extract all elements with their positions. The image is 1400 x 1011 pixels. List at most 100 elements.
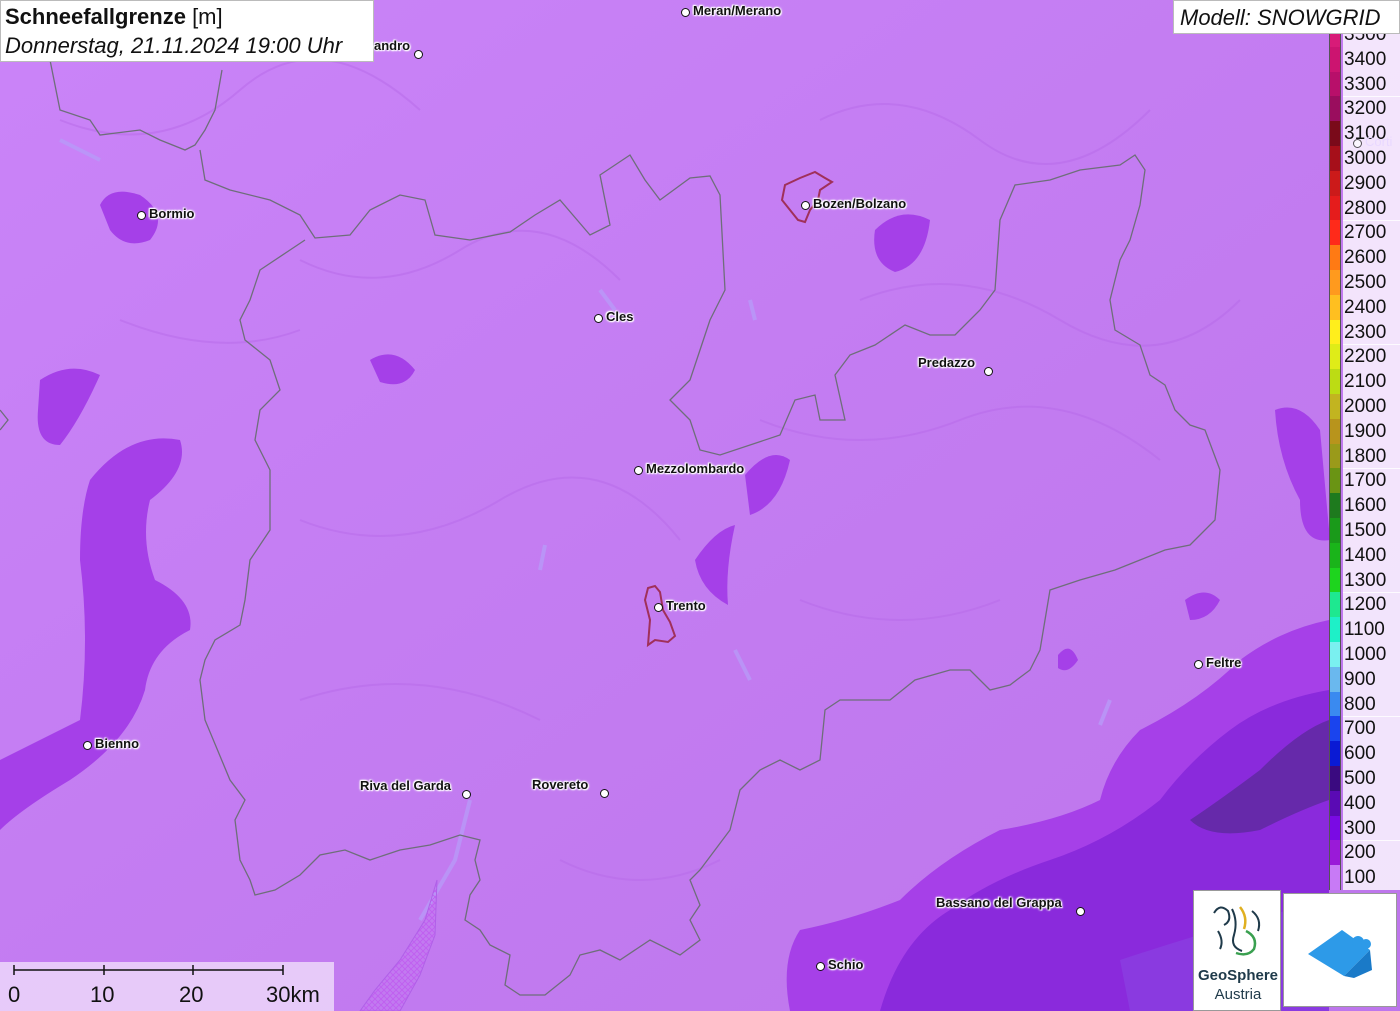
- map-title: Schneefallgrenze [m]: [5, 4, 223, 30]
- legend-label: 3300: [1343, 71, 1400, 97]
- legend-label: 2600: [1343, 245, 1400, 271]
- city-label: Riva del Garda: [360, 778, 452, 793]
- legend-item: 500: [1329, 766, 1400, 791]
- legend-label: 600: [1343, 741, 1400, 767]
- legend-label: 800: [1343, 691, 1400, 717]
- legend-swatch: [1329, 518, 1341, 543]
- city-dot[interactable]: [413, 49, 423, 59]
- city-dot[interactable]: [680, 7, 690, 17]
- legend-swatch: [1329, 170, 1341, 196]
- legend-item: 2100: [1329, 369, 1400, 395]
- legend-item: 1500: [1329, 518, 1400, 543]
- legend-swatch: [1329, 815, 1341, 841]
- legend-swatch: [1329, 146, 1341, 171]
- legend-swatch: [1329, 71, 1341, 97]
- legend-item: 3300: [1329, 71, 1400, 97]
- legend-item: 2600: [1329, 245, 1400, 271]
- city-dot[interactable]: [1352, 138, 1362, 148]
- legend-swatch: [1329, 394, 1341, 419]
- scale-bar: 0 10 20 30km: [0, 962, 334, 1011]
- title-box: Schneefallgrenze [m] Donnerstag, 21.11.2…: [0, 0, 374, 62]
- legend-label: 2700: [1343, 220, 1400, 246]
- city-dot[interactable]: [82, 740, 92, 750]
- house-snow-icon: [1308, 930, 1372, 978]
- city-label: Bassano del Grappa: [936, 895, 1062, 910]
- logo-text-geosphere: GeoSphere: [1197, 967, 1279, 984]
- city-dot[interactable]: [593, 313, 603, 323]
- city-dot[interactable]: [633, 465, 643, 475]
- city-dot[interactable]: [800, 200, 810, 210]
- legend-label: 300: [1343, 815, 1400, 841]
- scale-tick-0: 0: [8, 982, 21, 1007]
- legend-item: 100: [1329, 865, 1400, 890]
- legend-item: 1700: [1329, 468, 1400, 494]
- title-variable: Schneefallgrenze: [5, 4, 186, 29]
- city-label: Mezzolombardo: [646, 461, 745, 476]
- city-label: Meran/Merano: [693, 3, 782, 18]
- geosphere-logo[interactable]: GeoSphere Austria: [1193, 890, 1281, 1011]
- legend-swatch: [1329, 344, 1341, 370]
- legend-label: 2500: [1343, 270, 1400, 295]
- city-label: Feltre: [1206, 655, 1242, 670]
- legend-item: 2700: [1329, 220, 1400, 246]
- legend-swatch: [1329, 666, 1341, 692]
- city-dot[interactable]: [599, 788, 609, 798]
- scale-tick-30km: 30km: [266, 982, 320, 1007]
- city-label: Bozen/Bolzano: [813, 196, 907, 211]
- legend-label: 1000: [1343, 642, 1400, 667]
- legend-item: 1400: [1329, 542, 1400, 568]
- legend-label: 3000: [1343, 146, 1400, 171]
- legend-item: 300: [1329, 815, 1400, 841]
- snow-app-logo[interactable]: [1283, 893, 1397, 1007]
- legend-swatch: [1329, 493, 1341, 519]
- legend-item: 1300: [1329, 567, 1400, 593]
- legend-label: 200: [1343, 840, 1400, 866]
- legend-item: 2500: [1329, 270, 1400, 295]
- legend-label: 2000: [1343, 394, 1400, 419]
- legend-label: 1700: [1343, 468, 1400, 494]
- city-dot[interactable]: [136, 210, 146, 220]
- legend-label: 2300: [1343, 319, 1400, 345]
- legend-label: 700: [1343, 716, 1400, 742]
- city-dot[interactable]: [461, 789, 471, 799]
- legend-label: 1400: [1343, 542, 1400, 568]
- legend-label: 900: [1343, 666, 1400, 692]
- city-dot[interactable]: [1075, 906, 1085, 916]
- city-label: Cles: [606, 309, 634, 324]
- legend-swatch: [1329, 418, 1341, 444]
- legend-label: 1500: [1343, 518, 1400, 543]
- scale-tick-10: 10: [90, 982, 115, 1007]
- legend-swatch: [1329, 46, 1341, 72]
- legend-label: 1100: [1343, 617, 1400, 643]
- city-label: Bienno: [95, 736, 140, 751]
- legend-swatch: [1329, 245, 1341, 271]
- legend-swatch: [1329, 790, 1341, 816]
- city-dot[interactable]: [1193, 659, 1203, 669]
- legend-item: 2800: [1329, 195, 1400, 221]
- legend-label: 3200: [1343, 96, 1400, 122]
- legend-swatch: [1329, 766, 1341, 791]
- legend-swatch: [1329, 716, 1341, 742]
- legend-item: 2000: [1329, 394, 1400, 419]
- map-datetime: Donnerstag, 21.11.2024 19:00 Uhr: [5, 33, 343, 58]
- legend-swatch: [1329, 121, 1341, 147]
- legend-swatch: [1329, 642, 1341, 667]
- legend-item: 2200: [1329, 344, 1400, 370]
- legend-swatch: [1329, 741, 1341, 767]
- legend-swatch: [1329, 195, 1341, 221]
- city-label: Corti: [1365, 134, 1393, 149]
- model-label: Modell: SNOWGRID: [1173, 0, 1400, 34]
- color-legend: 3500 3400 3300 3200 3100 3000 2900 2800 2700 2600…: [1329, 34, 1400, 890]
- legend-item: 600: [1329, 741, 1400, 767]
- legend-label: 1200: [1343, 592, 1400, 618]
- legend-label: 2800: [1343, 195, 1400, 221]
- city-dot[interactable]: [815, 961, 825, 971]
- legend-item: 800: [1329, 691, 1400, 717]
- city-dot[interactable]: [653, 602, 663, 612]
- legend-item: 1100: [1329, 617, 1400, 643]
- legend-item: 1800: [1329, 443, 1400, 469]
- legend-item: 1200: [1329, 592, 1400, 618]
- map-canvas[interactable]: [0, 0, 1400, 1011]
- city-dot[interactable]: [983, 366, 993, 376]
- city-label: andro: [374, 38, 411, 53]
